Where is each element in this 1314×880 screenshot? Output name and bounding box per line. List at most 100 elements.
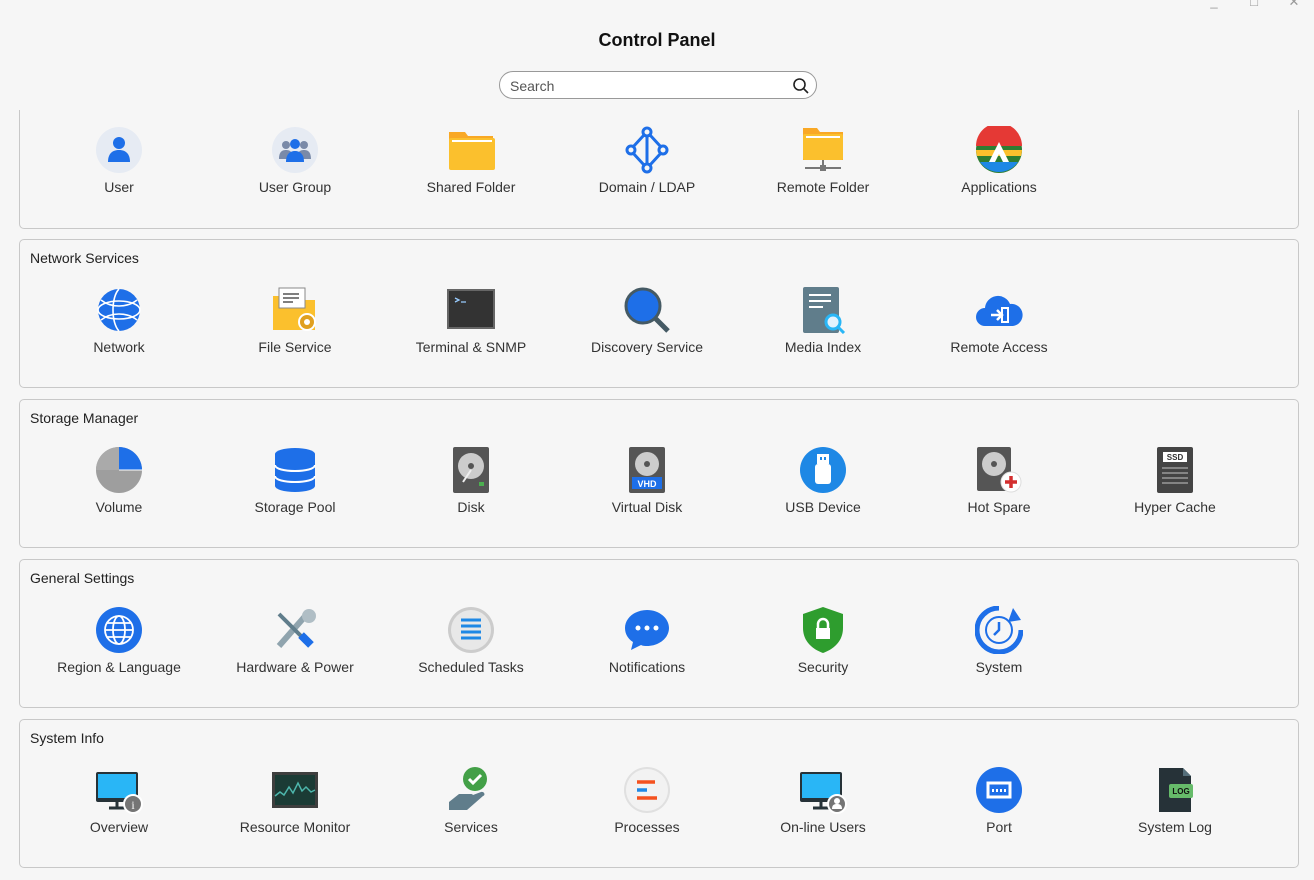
services-icon bbox=[449, 767, 487, 810]
svg-text:LOG: LOG bbox=[1172, 787, 1189, 796]
tile-label: User bbox=[104, 179, 134, 195]
tile-processes[interactable]: Processes bbox=[559, 766, 735, 846]
svg-text:VHD: VHD bbox=[637, 479, 657, 489]
section-accounts: User User Group Shared Folder Domain / LDAP… bbox=[19, 110, 1299, 229]
tile-label: Hot Spare bbox=[967, 499, 1031, 515]
minimize-icon[interactable]: _ bbox=[1194, 0, 1234, 10]
port-icon bbox=[976, 767, 1022, 813]
tile-user[interactable]: User bbox=[31, 126, 207, 206]
tile-remote-folder[interactable]: Remote Folder bbox=[735, 126, 911, 206]
tile-label: User Group bbox=[258, 179, 332, 195]
tile-media-index[interactable]: Media Index bbox=[735, 286, 911, 366]
tasks-icon bbox=[448, 607, 494, 653]
section-storage-manager: Storage Manager Volume Storage Pool Disk VHD… bbox=[19, 399, 1299, 548]
tile-resource-monitor[interactable]: Resource Monitor bbox=[207, 766, 383, 846]
tile-overview[interactable]: i Overview bbox=[31, 766, 207, 846]
tile-label: Shared Folder bbox=[426, 179, 516, 195]
svg-text:SSD: SSD bbox=[1167, 453, 1184, 462]
hot-spare-icon bbox=[977, 447, 1022, 493]
tile-system-log[interactable]: LOG System Log bbox=[1087, 766, 1263, 846]
tile-label: Overview bbox=[89, 819, 149, 835]
tile-label: Network bbox=[93, 339, 145, 355]
folder-icon bbox=[449, 132, 495, 170]
close-icon[interactable]: ✕ bbox=[1274, 0, 1314, 10]
processes-icon bbox=[624, 767, 670, 813]
tile-label: Domain / LDAP bbox=[598, 179, 696, 195]
shield-icon bbox=[803, 607, 843, 653]
tile-label: Region & Language bbox=[57, 659, 181, 675]
tile-label: Notifications bbox=[608, 659, 686, 675]
log-icon: LOG bbox=[1159, 768, 1193, 812]
tile-network[interactable]: Network bbox=[31, 286, 207, 366]
discovery-icon bbox=[624, 287, 670, 333]
tile-usb-device[interactable]: USB Device bbox=[735, 446, 911, 526]
tile-label: Terminal & SNMP bbox=[415, 339, 527, 355]
tile-file-service[interactable]: File Service bbox=[207, 286, 383, 366]
tile-region-language[interactable]: Region & Language bbox=[31, 606, 207, 686]
search-icon[interactable] bbox=[792, 77, 810, 95]
tile-label: Remote Folder bbox=[776, 179, 870, 195]
tile-notifications[interactable]: Notifications bbox=[559, 606, 735, 686]
tile-scheduled-tasks[interactable]: Scheduled Tasks bbox=[383, 606, 559, 686]
maximize-icon[interactable]: □ bbox=[1234, 0, 1274, 10]
tile-volume[interactable]: Volume bbox=[31, 446, 207, 526]
tile-label: Storage Pool bbox=[254, 499, 336, 515]
tile-label: Volume bbox=[95, 499, 143, 515]
scroll-edge bbox=[0, 102, 1314, 110]
user-group-icon bbox=[272, 127, 318, 173]
applications-icon bbox=[976, 126, 1022, 173]
tile-shared-folder[interactable]: Shared Folder bbox=[383, 126, 559, 206]
tile-discovery-service[interactable]: Discovery Service bbox=[559, 286, 735, 366]
ssd-icon: SSD bbox=[1157, 447, 1193, 493]
tile-terminal-snmp[interactable]: Terminal & SNMP bbox=[383, 286, 559, 366]
search-input[interactable] bbox=[508, 77, 792, 95]
section-network-services: Network Services Network File Service Termi… bbox=[19, 239, 1299, 388]
tile-label: Resource Monitor bbox=[239, 819, 351, 835]
chat-icon bbox=[625, 610, 669, 650]
tile-security[interactable]: Security bbox=[735, 606, 911, 686]
tile-label: Services bbox=[444, 819, 498, 835]
section-general-settings: General Settings Region & Language Hardwar… bbox=[19, 559, 1299, 708]
section-title: General Settings bbox=[30, 570, 135, 586]
resource-monitor-icon bbox=[272, 772, 318, 808]
tile-hardware-power[interactable]: Hardware & Power bbox=[207, 606, 383, 686]
tile-virtual-disk[interactable]: VHD Virtual Disk bbox=[559, 446, 735, 526]
ldap-icon bbox=[625, 126, 669, 174]
tile-applications[interactable]: Applications bbox=[911, 126, 1087, 206]
window-controls: _ □ ✕ bbox=[1194, 0, 1314, 10]
virtual-disk-icon: VHD bbox=[629, 447, 665, 493]
tile-services[interactable]: Services bbox=[383, 766, 559, 846]
tile-label: USB Device bbox=[785, 499, 861, 515]
search-box[interactable] bbox=[499, 71, 817, 99]
tile-label: Applications bbox=[961, 179, 1037, 195]
disk-icon bbox=[453, 447, 489, 493]
section-title: Network Services bbox=[30, 250, 139, 266]
remote-folder-icon bbox=[803, 128, 843, 171]
remote-access-icon bbox=[976, 295, 1023, 326]
tile-hot-spare[interactable]: Hot Spare bbox=[911, 446, 1087, 526]
tile-label: Virtual Disk bbox=[611, 499, 683, 515]
volume-icon bbox=[96, 447, 142, 493]
tile-remote-access[interactable]: Remote Access bbox=[911, 286, 1087, 366]
media-index-icon bbox=[803, 287, 846, 334]
section-title: Storage Manager bbox=[30, 410, 139, 426]
file-service-icon bbox=[273, 287, 316, 331]
tile-label: Discovery Service bbox=[590, 339, 704, 355]
tile-on-line-users[interactable]: On-line Users bbox=[735, 766, 911, 846]
storage-pool-icon bbox=[274, 448, 316, 492]
system-icon bbox=[975, 606, 1023, 654]
usb-icon bbox=[800, 447, 846, 493]
tile-label: System Log bbox=[1138, 819, 1212, 835]
tile-system[interactable]: System bbox=[911, 606, 1087, 686]
tile-label: Scheduled Tasks bbox=[418, 659, 524, 675]
section-title: System Info bbox=[30, 730, 104, 746]
tile-disk[interactable]: Disk bbox=[383, 446, 559, 526]
tile-hyper-cache[interactable]: SSD Hyper Cache bbox=[1087, 446, 1263, 526]
tile-label: Hyper Cache bbox=[1134, 499, 1216, 515]
tile-user-group[interactable]: User Group bbox=[207, 126, 383, 206]
tile-domain-ldap[interactable]: Domain / LDAP bbox=[559, 126, 735, 206]
tile-storage-pool[interactable]: Storage Pool bbox=[207, 446, 383, 526]
tile-label: Security bbox=[797, 659, 849, 675]
tile-port[interactable]: Port bbox=[911, 766, 1087, 846]
tile-label: Remote Access bbox=[950, 339, 1048, 355]
